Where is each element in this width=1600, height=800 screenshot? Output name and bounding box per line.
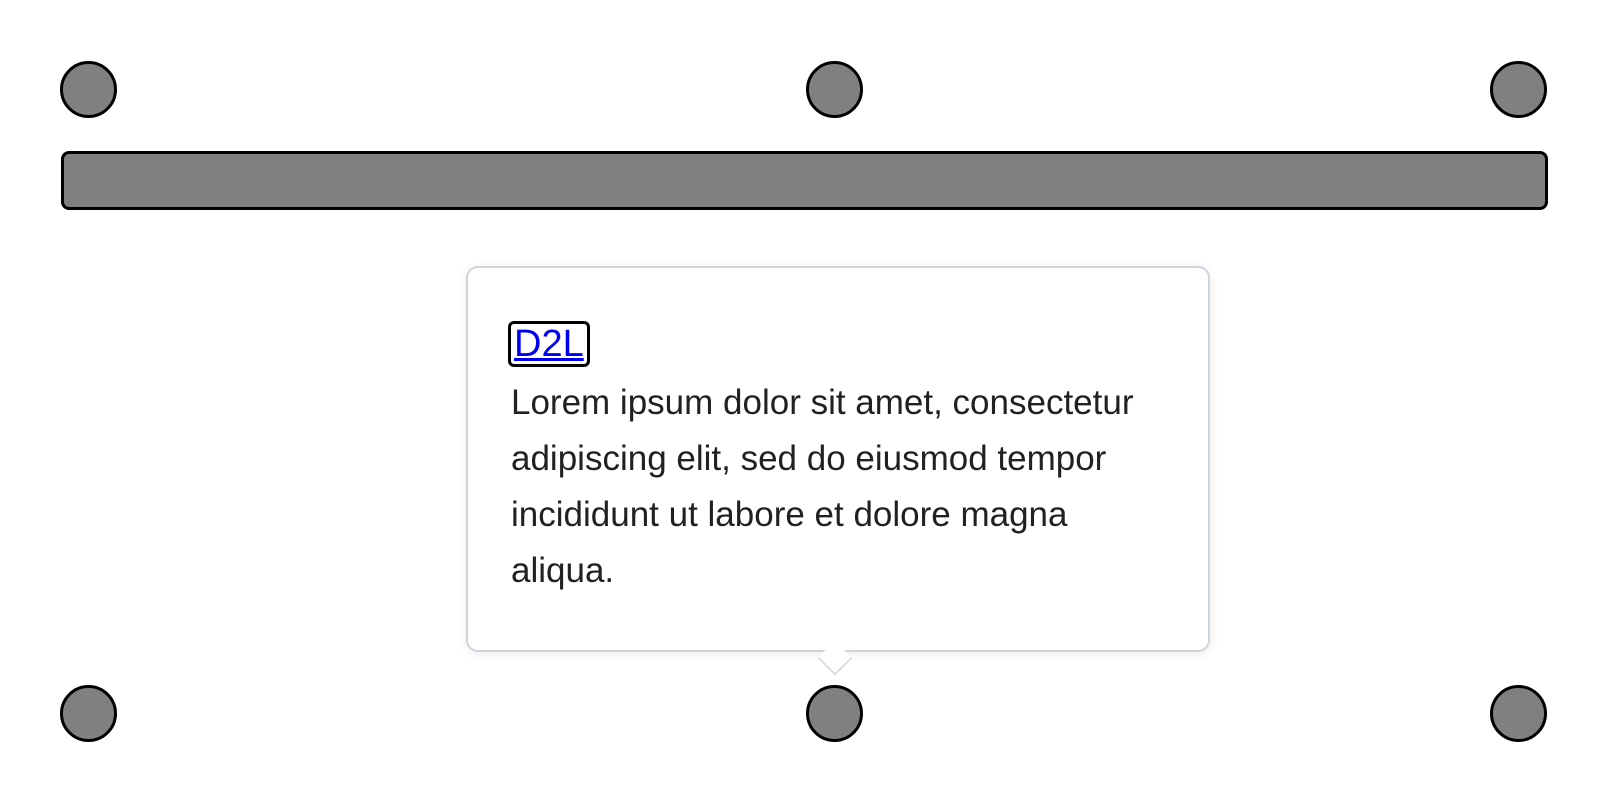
tooltip-link[interactable]: D2L [508, 321, 590, 367]
anchor-bar[interactable] [61, 151, 1548, 210]
anchor-dot-top-left[interactable] [60, 61, 117, 118]
tooltip-body: Lorem ipsum dolor sit amet, consectetur … [511, 383, 1134, 590]
anchor-dot-bottom-right[interactable] [1490, 685, 1547, 742]
anchor-dot-bottom-center[interactable] [806, 685, 863, 742]
tooltip: D2L Lorem ipsum dolor sit amet, consecte… [466, 266, 1210, 652]
anchor-dot-top-right[interactable] [1490, 61, 1547, 118]
anchor-dot-top-center[interactable] [806, 61, 863, 118]
anchor-dot-bottom-left[interactable] [60, 685, 117, 742]
test-stage: D2L Lorem ipsum dolor sit amet, consecte… [0, 0, 1600, 800]
